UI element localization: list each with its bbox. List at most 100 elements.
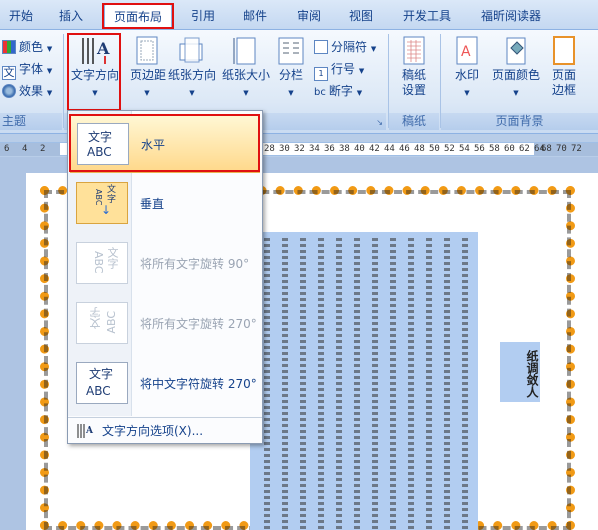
vertical-text-icon: 文字 ABC ↓: [76, 182, 128, 224]
orientation-button[interactable]: 纸张方向 ▼: [166, 36, 218, 97]
page-borders-icon: [553, 36, 575, 65]
margins-button[interactable]: 页边距 ▼: [130, 36, 167, 97]
ruler-tick: 46: [399, 144, 410, 154]
ruler-tick: 72: [571, 144, 582, 154]
menu-item-label: 将所有文字旋转 270°: [140, 317, 257, 331]
menu-item-label: 垂直: [140, 197, 165, 211]
margins-label: 页边距: [130, 68, 167, 82]
dialog-launcher-icon[interactable]: ↘: [376, 118, 383, 127]
tab-insert[interactable]: 插入: [54, 4, 88, 28]
menu-item-rotate-chinese-270[interactable]: 文字 ABC 将中文字符旋转 270°: [70, 355, 260, 413]
tab-developer[interactable]: 开发工具: [396, 4, 458, 28]
manuscript-group-label: 稿纸: [389, 113, 439, 130]
rotate-270-icon: 文字 ABC: [76, 302, 128, 344]
orientation-label: 纸张方向: [167, 68, 216, 82]
columns-button[interactable]: 分栏 ▼: [274, 36, 308, 97]
vertical-text-box[interactable]: 纸调敛人: [500, 342, 540, 402]
page-break-icon: [314, 40, 328, 54]
size-button[interactable]: 纸张大小 ▼: [220, 36, 272, 97]
ruler-tick: 58: [489, 144, 500, 154]
ruler-tick: 62: [519, 144, 530, 154]
chevron-down-icon: ▼: [288, 89, 294, 97]
arrow-down-icon: ↓: [101, 203, 112, 217]
menu-item-label: 将中文字符旋转 270°: [140, 377, 257, 391]
menu-item-label: 文字方向选项(X)...: [102, 424, 204, 438]
hyphenation-label: 断字: [328, 84, 353, 98]
page-borders-button[interactable]: 页面边框: [547, 36, 581, 98]
ruler-tick: 50: [429, 144, 440, 154]
ruler-tick: 52: [444, 144, 455, 154]
page-color-label: 页面颜色: [491, 68, 540, 82]
svg-text:A: A: [85, 426, 94, 436]
line-numbers-label: 行号: [331, 62, 356, 76]
menu-item-label: 将所有文字旋转 90°: [140, 257, 250, 271]
tab-foxit-reader[interactable]: 福昕阅读器: [474, 4, 548, 28]
manuscript-settings-label: 稿纸设置: [401, 68, 426, 97]
color-palette-icon: [2, 40, 16, 54]
ruler-tick: 54: [459, 144, 470, 154]
vertical-text-block[interactable]: [250, 232, 478, 530]
ruler-tick: 32: [294, 144, 305, 154]
page-color-button[interactable]: 页面颜色 ▼: [489, 36, 543, 97]
theme-group-label: 主题: [0, 113, 62, 130]
ribbon-tab-bar: 开始 插入 页面布局 引用 邮件 审阅 视图 开发工具 福昕阅读器: [0, 0, 598, 30]
tab-review[interactable]: 审阅: [292, 4, 326, 28]
hyphenation-icon: bc: [314, 87, 326, 98]
tab-view[interactable]: 视图: [344, 4, 378, 28]
ruler-tick: 30: [279, 144, 290, 154]
menu-item-vertical[interactable]: 文字 ABC ↓ 垂直: [70, 175, 260, 233]
ruler-tick: 70: [556, 144, 567, 154]
ruler-tick: 60: [504, 144, 515, 154]
menu-item-text-direction-options[interactable]: A 文字方向选项(X)...: [68, 418, 262, 444]
breaks-button[interactable]: 分隔符 ▼: [314, 38, 376, 55]
ruler-tick: 36: [324, 144, 335, 154]
line-numbers-icon: 1: [314, 67, 328, 81]
ruler-tick: 42: [369, 144, 380, 154]
ruler-tick: 38: [339, 144, 350, 154]
page-size-icon: [233, 37, 256, 65]
text-direction-highlight-annotation: [67, 33, 121, 111]
watermark-icon: A: [456, 36, 478, 65]
ruler-tick: 2: [40, 144, 46, 154]
ruler-tick: 34: [309, 144, 320, 154]
tab-mailings[interactable]: 邮件: [238, 4, 272, 28]
theme-colors-button[interactable]: 颜色 ▼: [2, 38, 52, 55]
theme-effects-button[interactable]: 效果 ▼: [2, 82, 52, 99]
theme-fonts-button[interactable]: 文字体 ▼: [2, 60, 52, 80]
columns-label: 分栏: [278, 68, 303, 82]
menu-item-rotate-90[interactable]: ABC 文字 将所有文字旋转 90°: [70, 235, 260, 293]
chevron-down-icon: ▼: [464, 89, 470, 97]
margins-icon: [136, 36, 158, 65]
line-numbers-button[interactable]: 1 行号 ▼: [314, 60, 364, 81]
ruler-tick: 44: [384, 144, 395, 154]
tab-references[interactable]: 引用: [186, 4, 220, 28]
horizontal-item-highlight-annotation: [69, 114, 260, 172]
theme-effects-label: 效果: [19, 84, 44, 98]
hyphenation-button[interactable]: bc 断字 ▼: [314, 82, 362, 99]
manuscript-paper-icon: [403, 36, 425, 65]
effects-icon: [2, 84, 16, 98]
tab-home[interactable]: 开始: [4, 4, 38, 28]
manuscript-settings-button[interactable]: 稿纸设置: [391, 36, 437, 98]
page-background-group-label: 页面背景: [441, 113, 598, 130]
ruler-tick: 56: [474, 144, 485, 154]
breaks-label: 分隔符: [331, 40, 368, 54]
watermark-label: 水印: [454, 68, 479, 82]
manuscript-group: 稿纸设置 稿纸: [389, 32, 439, 130]
watermark-button[interactable]: A 水印 ▼: [447, 36, 487, 97]
ruler-tick: 6: [4, 144, 10, 154]
theme-colors-label: 颜色: [19, 40, 44, 54]
paint-bucket-icon: [506, 37, 526, 65]
rotate-90-icon: ABC 文字: [76, 242, 128, 284]
orientation-icon: [179, 37, 203, 63]
theme-fonts-label: 字体: [19, 62, 44, 76]
menu-item-rotate-270[interactable]: 文字 ABC 将所有文字旋转 270°: [70, 295, 260, 353]
ruler-tick: 48: [414, 144, 425, 154]
rotate-chinese-icon: 文字 ABC: [76, 362, 128, 404]
size-label: 纸张大小: [221, 68, 270, 82]
svg-text:A: A: [461, 44, 471, 60]
chevron-down-icon: ▼: [144, 89, 150, 97]
chevron-down-icon: ▼: [513, 89, 519, 97]
page-background-group: A 水印 ▼ 页面颜色 ▼ 页面边框 页面背景: [441, 32, 598, 130]
ruler-tick: 68: [541, 144, 552, 154]
